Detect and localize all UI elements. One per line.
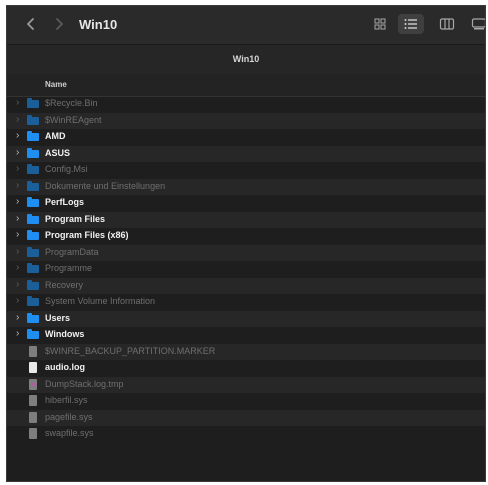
item-name: ProgramData <box>45 246 99 257</box>
disclosure-chevron-icon[interactable]: › <box>16 180 19 191</box>
item-name: Users <box>45 312 71 323</box>
item-name: Program Files (x86) <box>45 230 129 240</box>
list-item[interactable]: › Users <box>7 310 485 327</box>
folder-icon <box>27 230 39 240</box>
name-column-header[interactable]: Name <box>45 80 67 89</box>
folder-icon <box>27 279 39 290</box>
list-item[interactable]: audio.log <box>7 360 485 377</box>
gallery-view-icon <box>471 18 485 30</box>
list-item[interactable]: pagefile.sys <box>7 409 485 426</box>
list-item[interactable]: hiberfil.sys <box>7 393 485 410</box>
item-name: $WinREAgent <box>45 114 102 125</box>
file-icon <box>29 345 37 357</box>
forward-button[interactable] <box>49 15 69 35</box>
item-name: audio.log <box>45 362 85 372</box>
list-item[interactable]: › ASUS <box>7 145 485 162</box>
item-name: swapfile.sys <box>45 428 94 438</box>
list-item[interactable]: › Dokumente und Einstellungen <box>7 178 485 195</box>
item-name: ASUS <box>45 147 71 158</box>
disclosure-chevron-icon[interactable]: › <box>16 213 19 224</box>
window-title: Win10 <box>79 17 118 32</box>
list-item[interactable]: › Recovery <box>7 277 485 294</box>
column-view-button[interactable] <box>434 14 460 34</box>
disclosure-chevron-icon[interactable]: › <box>16 328 19 339</box>
item-name: $WINRE_BACKUP_PARTITION.MARKER <box>45 345 216 356</box>
toolbar: Win10 <box>7 6 485 44</box>
file-icon <box>29 411 37 423</box>
disclosure-chevron-icon[interactable]: › <box>16 295 19 306</box>
folder-icon <box>27 180 39 191</box>
disclosure-chevron-icon[interactable]: › <box>16 279 19 290</box>
list-view-button[interactable] <box>398 14 424 34</box>
list-item[interactable]: › System Volume Information <box>7 294 485 311</box>
disclosure-chevron-icon[interactable]: › <box>16 114 19 125</box>
disclosure-chevron-icon[interactable]: › <box>16 246 19 257</box>
item-name: Recovery <box>45 279 84 290</box>
list-item[interactable]: › PerfLogs <box>7 195 485 212</box>
disclosure-chevron-icon[interactable]: › <box>16 97 19 108</box>
item-name: DumpStack.log.tmp <box>45 378 124 389</box>
item-name: Dokumente und Einstellungen <box>45 180 166 191</box>
folder-icon <box>27 98 39 108</box>
item-name: Config.Msi <box>45 164 88 174</box>
file-icon <box>29 362 37 373</box>
item-name: System Volume Information <box>45 296 156 306</box>
list-view-icon <box>404 19 417 29</box>
disclosure-chevron-icon[interactable]: › <box>16 163 19 174</box>
folder-icon <box>27 329 39 339</box>
back-button[interactable] <box>21 15 41 35</box>
list-item[interactable]: › AMD <box>7 129 485 146</box>
finder-window: Win10 Win10 Name › $Recycle.Bin › $WinRE… <box>6 5 486 482</box>
folder-icon <box>27 246 39 257</box>
disclosure-chevron-icon[interactable]: › <box>16 262 19 273</box>
disclosure-chevron-icon[interactable]: › <box>16 312 19 323</box>
path-bar: Win10 <box>7 44 485 76</box>
chevron-left-icon <box>27 18 34 30</box>
path-title: Win10 <box>232 54 260 64</box>
folder-icon <box>27 197 39 207</box>
folder-icon <box>27 213 39 224</box>
folder-icon <box>27 147 39 158</box>
list-item[interactable]: DumpStack.log.tmp <box>7 376 485 393</box>
gallery-view-button[interactable] <box>466 14 485 34</box>
item-name: $Recycle.Bin <box>45 98 98 108</box>
disclosure-chevron-icon[interactable]: › <box>16 196 19 207</box>
file-icon <box>29 428 37 439</box>
file-icon <box>29 378 37 390</box>
list-item[interactable]: › Config.Msi <box>7 162 485 179</box>
list-item[interactable]: › Program Files <box>7 211 485 228</box>
chevron-right-icon <box>56 18 63 30</box>
disclosure-chevron-icon[interactable]: › <box>16 229 19 240</box>
list-item[interactable]: › Program Files (x86) <box>7 228 485 245</box>
item-name: Program Files <box>45 213 106 224</box>
disclosure-chevron-icon[interactable]: › <box>16 147 19 158</box>
folder-icon <box>27 114 39 125</box>
item-name: Programme <box>45 263 93 273</box>
item-name: pagefile.sys <box>45 411 93 422</box>
item-name: hiberfil.sys <box>45 395 88 405</box>
list-item[interactable]: › Windows <box>7 327 485 344</box>
icon-view-button[interactable] <box>367 14 393 34</box>
folder-icon <box>27 263 39 273</box>
list-item[interactable]: › $Recycle.Bin <box>7 96 485 113</box>
item-name: PerfLogs <box>45 197 85 207</box>
column-view-icon <box>439 18 455 30</box>
file-icon <box>29 395 37 406</box>
file-list: › $Recycle.Bin › $WinREAgent › AMD › ASUS › Confi… <box>7 96 485 443</box>
item-name: Windows <box>45 329 85 339</box>
grid-view-icon <box>374 18 386 30</box>
disclosure-chevron-icon[interactable]: › <box>16 130 19 141</box>
folder-icon <box>27 312 39 323</box>
folder-icon <box>27 296 39 306</box>
list-item[interactable]: › ProgramData <box>7 244 485 261</box>
list-item[interactable]: › Programme <box>7 261 485 278</box>
list-item[interactable]: $WINRE_BACKUP_PARTITION.MARKER <box>7 343 485 360</box>
item-name: AMD <box>45 131 66 141</box>
list-item[interactable]: › $WinREAgent <box>7 112 485 129</box>
list-item[interactable]: swapfile.sys <box>7 426 485 443</box>
folder-icon <box>27 131 39 141</box>
column-header: Name <box>7 74 485 97</box>
folder-icon <box>27 164 39 174</box>
